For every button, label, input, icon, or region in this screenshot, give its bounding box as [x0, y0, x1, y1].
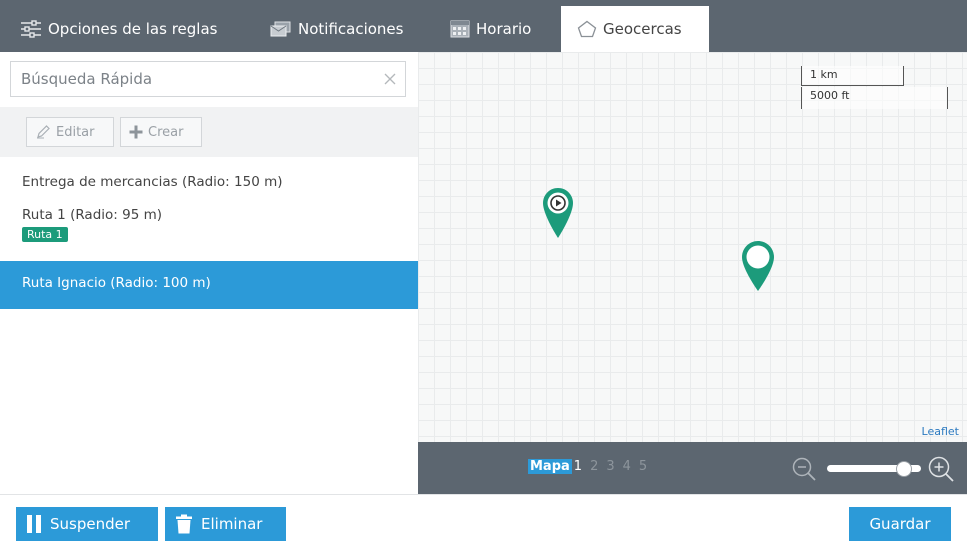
zoom-in-icon[interactable] [927, 455, 955, 483]
map-footer: Mapa 1 2 3 4 5 [418, 442, 967, 494]
geofence-name: Ruta 1 (Radio: 95 m) [22, 207, 162, 223]
geofence-tag: Ruta 1 [22, 227, 68, 242]
geofence-name: Ruta Ignacio (Radio: 100 m) [22, 275, 211, 291]
zoom-slider-handle[interactable] [897, 462, 912, 476]
search-box [10, 61, 406, 97]
scale-km: 1 km [801, 66, 904, 86]
tab-label: Notificaciones [298, 20, 404, 38]
scale-ft: 5000 ft [801, 87, 948, 109]
geofence-toolbar: Editar Crear [0, 107, 418, 157]
geofence-list: Entrega de mercancias (Radio: 150 m) Rut… [0, 157, 418, 309]
list-item[interactable]: Entrega de mercancias (Radio: 150 m) [0, 157, 418, 195]
map-view[interactable]: 1 km 5000 ft Leaflet [418, 52, 967, 442]
action-bar: Suspender Eliminar Guardar [0, 494, 967, 546]
tab-geofences[interactable]: Geocercas [561, 6, 709, 52]
tab-bar: Opciones de las reglas Notificaciones Ho… [0, 0, 967, 52]
map-page-3[interactable]: 3 [606, 459, 614, 474]
sliders-icon [20, 20, 42, 38]
zoom-control [791, 456, 961, 482]
geofence-marker-icon[interactable] [741, 240, 775, 296]
list-item[interactable]: Ruta 1 (Radio: 95 m) Ruta 1 [0, 195, 418, 261]
pencil-icon [35, 125, 51, 139]
create-label: Crear [148, 124, 184, 140]
map-page-4[interactable]: 4 [623, 459, 631, 474]
envelope-icon [270, 21, 292, 37]
save-label: Guardar [869, 515, 931, 533]
delete-label: Eliminar [201, 515, 263, 533]
suspend-label: Suspender [50, 515, 131, 533]
tab-label: Geocercas [603, 20, 682, 38]
rules-dialog: Opciones de las reglas Notificaciones Ho… [0, 0, 967, 546]
geofence-marker-play-icon[interactable] [542, 187, 574, 243]
tab-rule-options[interactable]: Opciones de las reglas [20, 6, 217, 52]
search-input[interactable] [11, 62, 375, 96]
calendar-icon [450, 20, 470, 38]
edit-label: Editar [56, 124, 95, 140]
plus-icon [129, 125, 143, 139]
pause-icon [26, 514, 42, 534]
geofence-panel: Editar Crear Entrega de mercancias (Radi… [0, 52, 418, 492]
edit-button[interactable]: Editar [26, 117, 114, 147]
tab-label: Horario [476, 20, 532, 38]
save-button[interactable]: Guardar [849, 507, 951, 541]
trash-icon [175, 514, 193, 534]
tab-notifications[interactable]: Notificaciones [270, 6, 403, 52]
delete-button[interactable]: Eliminar [165, 507, 286, 541]
map-pager: Mapa 1 2 3 4 5 [528, 459, 647, 474]
geofence-name: Entrega de mercancias (Radio: 150 m) [22, 174, 283, 190]
suspend-button[interactable]: Suspender [16, 507, 158, 541]
list-item-selected[interactable]: Ruta Ignacio (Radio: 100 m) [0, 261, 418, 309]
tab-schedule[interactable]: Horario [450, 6, 531, 52]
map-page-5[interactable]: 5 [639, 459, 647, 474]
map-attribution-link[interactable]: Leaflet [922, 425, 959, 438]
map-page-2[interactable]: 2 [590, 459, 598, 474]
tab-label: Opciones de las reglas [48, 20, 218, 38]
create-button[interactable]: Crear [120, 117, 202, 147]
map-page-1[interactable]: 1 [574, 459, 582, 474]
pentagon-icon [577, 20, 597, 38]
zoom-out-icon[interactable] [791, 456, 817, 482]
map-pager-label: Mapa [528, 459, 572, 474]
map-scale: 1 km 5000 ft [801, 66, 948, 112]
close-icon[interactable] [375, 69, 405, 90]
